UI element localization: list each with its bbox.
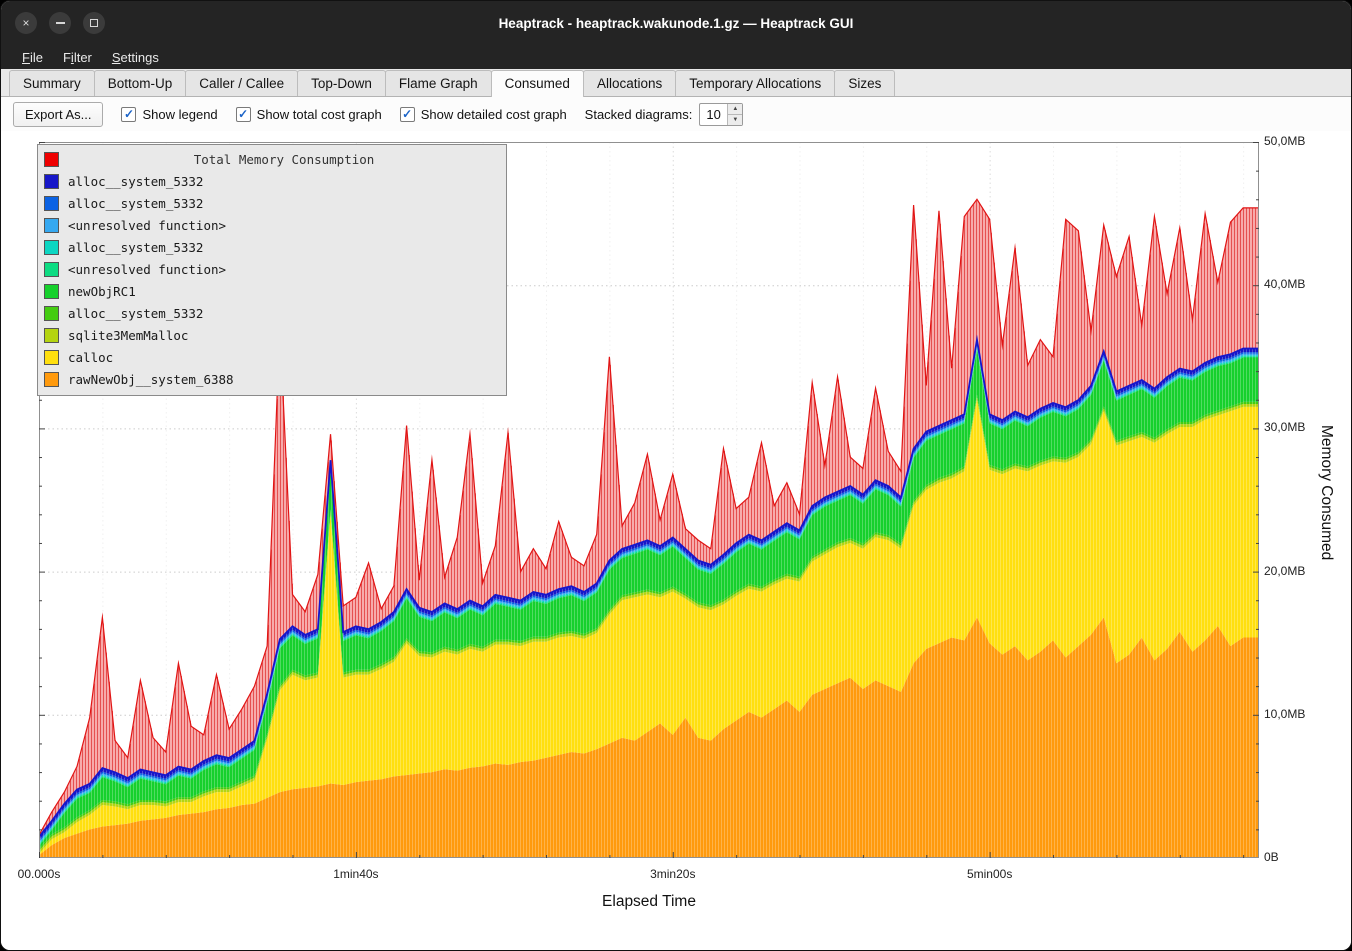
- y-axis-tick-label: 10,0MB: [1264, 707, 1305, 721]
- checkbox-label: Show total cost graph: [257, 107, 382, 122]
- y-axis-tick-label: 0B: [1264, 850, 1279, 864]
- legend-label: rawNewObj__system_6388: [68, 372, 234, 387]
- legend-entry: alloc__system_5332: [44, 192, 500, 214]
- menubar: FileFilterSettings: [1, 45, 1351, 69]
- menu-item-settings[interactable]: Settings: [103, 48, 168, 67]
- stacked-diagrams-label: Stacked diagrams:: [585, 107, 693, 122]
- checkbox-label: Show legend: [142, 107, 217, 122]
- x-axis-title: Elapsed Time: [602, 893, 696, 911]
- export-as-button[interactable]: Export As...: [13, 102, 103, 127]
- tab-allocations[interactable]: Allocations: [583, 70, 676, 96]
- legend-title-row: Total Memory Consumption: [44, 148, 500, 170]
- close-icon: ×: [22, 16, 29, 30]
- stacked-diagrams-spinbox[interactable]: 10 ▲ ▼: [699, 103, 743, 126]
- legend-label: calloc: [68, 350, 113, 365]
- legend-swatch: [44, 372, 59, 387]
- legend-title-swatch: [44, 152, 59, 167]
- tab-bar: SummaryBottom-UpCaller / CalleeTop-DownF…: [1, 69, 1351, 97]
- x-axis-tick-label: 1min40s: [333, 867, 378, 881]
- stacked-diagrams-value[interactable]: 10: [700, 104, 727, 125]
- stepper-buttons: ▲ ▼: [727, 104, 742, 125]
- legend-entry: <unresolved function>: [44, 258, 500, 280]
- tab-caller-callee[interactable]: Caller / Callee: [185, 70, 298, 96]
- checkbox-box-icon[interactable]: ✓: [400, 107, 415, 122]
- legend-entry: newObjRC1: [44, 280, 500, 302]
- legend-label: <unresolved function>: [68, 218, 226, 233]
- menu-item-file[interactable]: File: [13, 48, 52, 67]
- legend-entry: rawNewObj__system_6388: [44, 368, 500, 390]
- legend-swatch: [44, 262, 59, 277]
- legend-swatch: [44, 284, 59, 299]
- chart-legend: Total Memory Consumption alloc__system_5…: [37, 144, 507, 396]
- legend-label: sqlite3MemMalloc: [68, 328, 188, 343]
- checkbox-box-icon[interactable]: ✓: [236, 107, 251, 122]
- legend-entry: alloc__system_5332: [44, 302, 500, 324]
- x-axis-tick-label: 3min20s: [650, 867, 695, 881]
- y-axis-tick-label: 40,0MB: [1264, 277, 1305, 291]
- tab-flame-graph[interactable]: Flame Graph: [385, 70, 492, 96]
- tab-sizes[interactable]: Sizes: [834, 70, 895, 96]
- window-controls: ×: [15, 1, 105, 45]
- minimize-icon: [56, 22, 65, 24]
- toolbar-checkboxes: ✓ Show legend ✓ Show total cost graph ✓ Show …: [121, 107, 566, 122]
- legend-entry: alloc__system_5332: [44, 170, 500, 192]
- legend-label: alloc__system_5332: [68, 174, 203, 189]
- legend-entry: <unresolved function>: [44, 214, 500, 236]
- titlebar[interactable]: × Heaptrack - heaptrack.wakunode.1.gz — …: [1, 1, 1351, 45]
- heaptrack-window: × Heaptrack - heaptrack.wakunode.1.gz — …: [0, 0, 1352, 951]
- legend-label: alloc__system_5332: [68, 306, 203, 321]
- y-axis-tick-label: 20,0MB: [1264, 564, 1305, 578]
- window-title: Heaptrack - heaptrack.wakunode.1.gz — He…: [1, 16, 1351, 31]
- legend-label: newObjRC1: [68, 284, 136, 299]
- y-axis-tick-label: 50,0MB: [1264, 134, 1305, 148]
- checkbox-show-legend[interactable]: ✓ Show legend: [121, 107, 217, 122]
- x-axis-tick-label: 00.000s: [18, 867, 61, 881]
- legend-entries: alloc__system_5332 alloc__system_5332 <unr…: [44, 170, 500, 390]
- tab-temporary-allocations[interactable]: Temporary Allocations: [675, 70, 835, 96]
- y-axis-title: Memory Consumed: [1317, 425, 1335, 560]
- maximize-icon: [90, 19, 98, 27]
- maximize-button[interactable]: [83, 12, 105, 34]
- close-button[interactable]: ×: [15, 12, 37, 34]
- legend-entry: calloc: [44, 346, 500, 368]
- checkbox-box-icon[interactable]: ✓: [121, 107, 136, 122]
- menu-item-filter[interactable]: Filter: [54, 48, 101, 67]
- tab-bottom-up[interactable]: Bottom-Up: [94, 70, 187, 96]
- minimize-button[interactable]: [49, 12, 71, 34]
- chart-region: Total Memory Consumption alloc__system_5…: [1, 131, 1351, 951]
- toolbar: Export As... ✓ Show legend ✓ Show total cos…: [1, 97, 1351, 131]
- tab-summary[interactable]: Summary: [9, 70, 95, 96]
- checkbox-show-total-cost-graph[interactable]: ✓ Show total cost graph: [236, 107, 382, 122]
- x-axis-tick-label: 5min00s: [967, 867, 1012, 881]
- legend-swatch: [44, 218, 59, 233]
- checkbox-label: Show detailed cost graph: [421, 107, 567, 122]
- legend-swatch: [44, 174, 59, 189]
- legend-entry: alloc__system_5332: [44, 236, 500, 258]
- stepper-up-button[interactable]: ▲: [728, 104, 742, 114]
- legend-title: Total Memory Consumption: [68, 152, 500, 167]
- legend-entry: sqlite3MemMalloc: [44, 324, 500, 346]
- legend-swatch: [44, 306, 59, 321]
- legend-swatch: [44, 196, 59, 211]
- legend-swatch: [44, 328, 59, 343]
- tab-consumed[interactable]: Consumed: [491, 70, 584, 97]
- legend-label: alloc__system_5332: [68, 240, 203, 255]
- legend-label: <unresolved function>: [68, 262, 226, 277]
- tab-top-down[interactable]: Top-Down: [297, 70, 386, 96]
- y-axis-tick-label: 30,0MB: [1264, 420, 1305, 434]
- legend-swatch: [44, 350, 59, 365]
- stepper-down-button[interactable]: ▼: [728, 114, 742, 125]
- checkbox-show-detailed-cost-graph[interactable]: ✓ Show detailed cost graph: [400, 107, 567, 122]
- stacked-diagrams-control: Stacked diagrams: 10 ▲ ▼: [585, 103, 744, 126]
- legend-swatch: [44, 240, 59, 255]
- legend-label: alloc__system_5332: [68, 196, 203, 211]
